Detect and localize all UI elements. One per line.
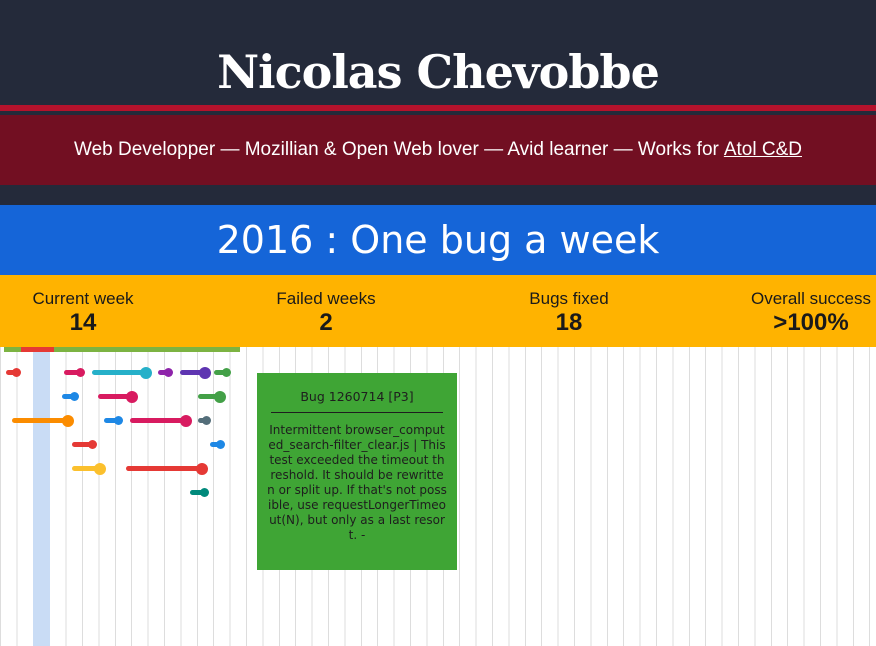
week-progress-success <box>54 347 240 352</box>
bug-dot <box>221 368 231 377</box>
bug-dot <box>11 368 21 377</box>
tooltip-divider <box>271 412 443 413</box>
bug-dot <box>62 414 74 427</box>
bug-tooltip: Bug 1260714 [P3] Intermittent browser_co… <box>257 373 457 570</box>
stat-value: 2 <box>319 309 333 336</box>
stat-failed-weeks: Failed weeks 2 <box>266 289 386 337</box>
bug-dot <box>87 440 97 449</box>
banner-title: 2016 : One bug a week <box>216 218 660 262</box>
stat-value: 18 <box>555 309 583 336</box>
bug-dot <box>75 368 85 377</box>
stat-bugs-fixed: Bugs fixed 18 <box>509 289 629 337</box>
bug-dot <box>126 390 138 403</box>
bug-dot <box>201 416 211 425</box>
week-progress-success <box>4 347 21 352</box>
week-progress-failed <box>21 347 54 352</box>
bug-bar <box>126 466 202 471</box>
bug-bar <box>130 418 186 423</box>
header-divider <box>0 105 876 111</box>
bug-dot <box>196 462 208 475</box>
stat-current-week: Current week 14 <box>23 289 143 337</box>
current-week-column <box>33 347 50 646</box>
employer-link[interactable]: Atol C&D <box>724 139 802 161</box>
banner: 2016 : One bug a week <box>0 205 876 275</box>
tooltip-title: Bug 1260714 [P3] <box>300 389 414 404</box>
bug-dot <box>140 366 152 379</box>
bug-dot <box>180 414 192 427</box>
bug-dot <box>199 366 211 379</box>
stat-value: 14 <box>69 309 97 336</box>
stat-overall-success: Overall success >100% <box>748 289 874 337</box>
stats-bar: Current week 14 Failed weeks 2 Bugs fixe… <box>0 275 876 347</box>
bug-dot <box>113 416 123 425</box>
bug-dot <box>214 390 226 403</box>
bug-bar <box>12 418 68 423</box>
site-header: Nicolas Chevobbe Web Developper — Mozill… <box>0 0 876 205</box>
stat-value: >100% <box>773 309 849 336</box>
bug-dot <box>199 488 209 497</box>
tagline: Web Developper — Mozillian & Open Web lo… <box>0 115 876 185</box>
stat-label: Overall success <box>751 289 871 308</box>
bug-dot <box>163 368 173 377</box>
tagline-text: Web Developper — Mozillian & Open Web lo… <box>74 139 719 160</box>
site-title[interactable]: Nicolas Chevobbe <box>0 42 876 102</box>
tooltip-body: Intermittent browser_computed_search-fil… <box>267 423 447 542</box>
bug-dot <box>69 392 79 401</box>
stat-label: Bugs fixed <box>529 289 609 308</box>
stat-label: Failed weeks <box>276 289 376 308</box>
stat-label: Current week <box>32 289 134 308</box>
bug-bar <box>92 370 146 375</box>
bug-dot <box>215 440 225 449</box>
bug-dot <box>94 462 106 475</box>
